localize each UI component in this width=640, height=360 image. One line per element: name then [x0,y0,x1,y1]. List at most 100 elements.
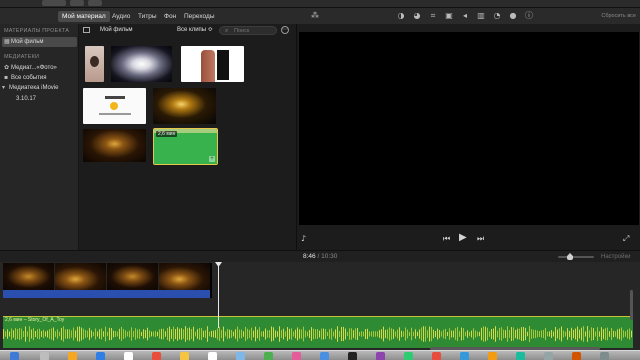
tab-my-material[interactable]: Мой материал [58,11,110,22]
app-icon[interactable] [516,352,525,360]
app-icon[interactable] [264,352,273,360]
magic-wand-icon[interactable]: ⁂ [310,11,320,21]
color-balance-icon[interactable]: ◑ [396,11,406,21]
add-to-project-icon[interactable]: + [209,156,215,162]
clip-thumbnail[interactable] [85,46,104,82]
app-icon[interactable] [432,352,441,360]
waveform-bar [309,329,310,339]
tab-audio[interactable]: Аудио [108,11,134,22]
app-icon[interactable] [152,352,161,360]
imovie-icon[interactable] [348,352,357,360]
app-icon[interactable] [572,352,581,360]
background-music-track[interactable]: 2,6 мин – Story_Of_A_Toy [3,316,633,348]
waveform-bar [361,331,362,337]
dock [0,350,640,360]
clip-thumbnail[interactable] [111,46,172,82]
app-icon[interactable] [68,352,77,360]
notes-icon[interactable] [180,352,189,360]
zoom-slider-knob[interactable] [567,253,573,260]
microphone-icon[interactable]: ♪ [301,234,306,244]
waveform-bar [555,326,556,342]
color-correction-icon[interactable]: ◕ [412,11,422,21]
tab-titles[interactable]: Титры [134,11,161,22]
app-icon[interactable] [460,352,469,360]
waveform-bar [561,326,562,342]
waveform-bar [539,331,540,337]
app-icon[interactable] [320,352,329,360]
skip-forward-icon[interactable]: ⏭ [477,234,484,244]
waveform-bar [15,328,16,340]
search-input[interactable] [234,27,274,35]
playhead[interactable] [218,264,219,328]
waveform-bar [329,329,330,339]
tab-backgrounds[interactable]: Фон [160,11,180,22]
speed-icon[interactable]: ◔ [492,11,502,21]
safari-icon[interactable] [96,352,105,360]
sidebar-item-photos-library[interactable]: ✿ Медиат...«Фото» [2,63,77,73]
skip-back-icon[interactable]: ⏮ [443,234,450,244]
sidebar-item-label: Все события [11,75,47,81]
waveform-bar [9,331,10,337]
photos-app-icon[interactable] [292,352,301,360]
search-field[interactable]: ⌕ [219,26,277,35]
audio-detach-bar[interactable] [3,290,210,298]
app-icon[interactable] [236,352,245,360]
clip-thumbnail[interactable] [153,88,216,124]
waveform-bar [269,330,270,338]
app-icon[interactable] [544,352,553,360]
tab-transitions[interactable]: Переходы [180,11,219,22]
clip-thumbnail[interactable] [83,88,146,124]
stabilization-icon[interactable]: ▣ [444,11,454,21]
app-icon[interactable] [124,352,133,360]
import-button[interactable] [42,0,66,6]
selected-clip-thumbnail[interactable]: 2,6 мин + [153,128,218,165]
app-icon[interactable] [488,352,497,360]
waveform-bar [525,327,526,341]
browser-settings-icon[interactable]: ⋯ [281,26,289,34]
disclosure-triangle-icon[interactable]: ▾ [2,83,5,93]
waveform-bar [227,329,228,339]
clip-thumbnail[interactable] [181,46,244,82]
clip-filter-icon[interactable]: ● [508,11,518,21]
launchpad-icon[interactable] [40,352,49,360]
trash-icon[interactable] [600,352,609,360]
waveform-bar [85,330,86,338]
crop-icon[interactable]: ⌗ [428,11,438,21]
sidebar-toggle-icon[interactable] [83,27,90,33]
waveform-bar [139,329,140,339]
app-icon[interactable] [404,352,413,360]
finder-icon[interactable] [10,352,19,360]
clip-thumbnail[interactable] [83,129,146,162]
share-button[interactable] [70,0,84,6]
volume-icon[interactable]: ◂ [460,11,470,21]
calendar-icon[interactable] [208,352,217,360]
waveform-bar [305,330,306,338]
waveform-bar [89,327,90,341]
play-icon[interactable]: ▶ [459,233,467,243]
reset-all-button[interactable]: Сбросить все [601,11,636,21]
waveform-bar [613,330,614,338]
sidebar-item-event[interactable]: 3.10.17 [2,94,77,104]
waveform-bar [47,330,48,338]
video-clip[interactable] [3,263,210,290]
waveform-bar [103,331,104,337]
waveform-bar [217,328,218,340]
sidebar-item-imovie-library[interactable]: ▾ Медиатека iMovie [2,83,77,93]
waveform-bar [451,330,452,338]
app-icon[interactable] [376,352,385,360]
info-icon[interactable]: ⓘ [524,11,534,21]
equalizer-icon[interactable]: ▥ [476,11,486,21]
zoom-slider[interactable] [558,256,594,258]
timeline-settings-button[interactable]: Настройки [601,252,630,262]
projects-button[interactable] [88,0,102,6]
timeline-vertical-scrollbar[interactable] [630,290,633,320]
fullscreen-icon[interactable]: ⤢ [623,234,629,244]
sidebar-item-my-movie[interactable]: ▦ Мой фильм [2,37,77,47]
waveform-bar [413,331,414,337]
clip-filter-dropdown[interactable]: Все клипы ≎ [177,26,213,35]
waveform-bar [225,331,226,337]
clip-duration-badge: 2,6 мин [156,131,178,137]
sidebar-item-all-events[interactable]: ▪ Все события [2,73,77,83]
sidebar-item-label: Медиат...«Фото» [11,65,57,71]
waveform-bar [431,326,432,342]
